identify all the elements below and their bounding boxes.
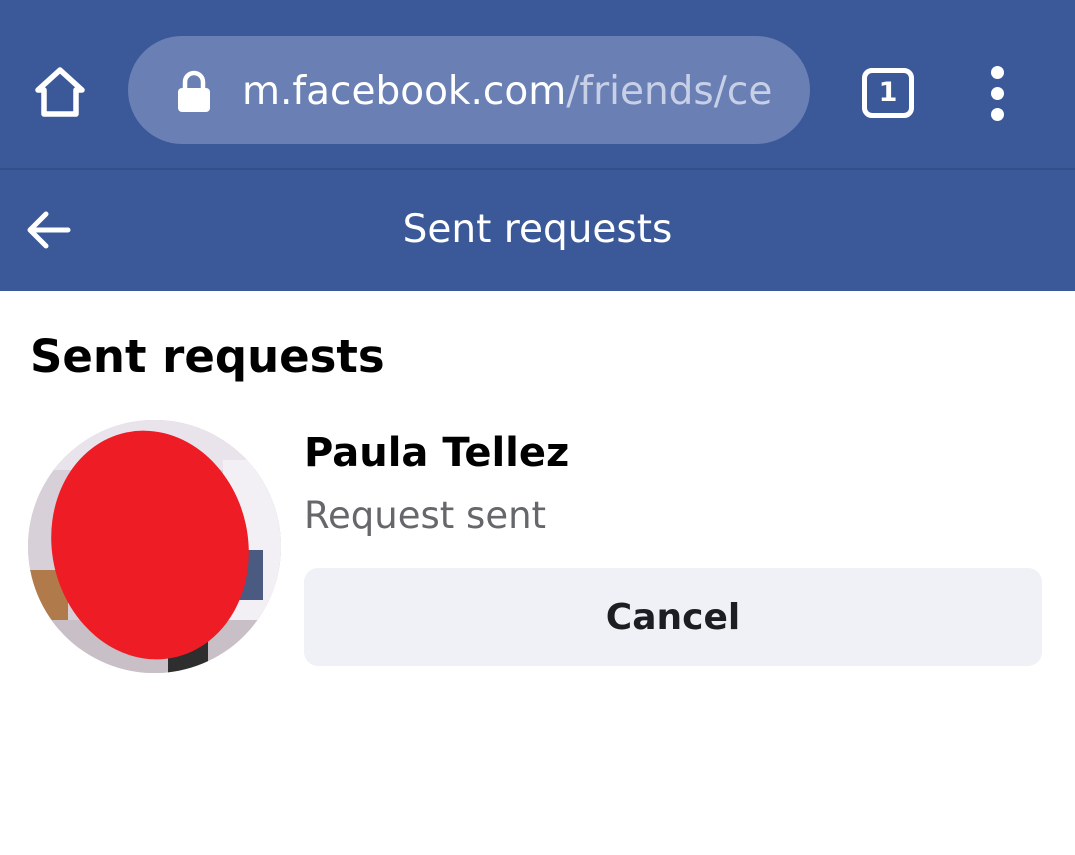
request-status: Request sent [304, 494, 547, 537]
avatar-image [28, 420, 281, 673]
menu-dot [991, 87, 1004, 100]
lock-icon [178, 70, 210, 112]
divider [0, 168, 1075, 170]
menu-dot [991, 66, 1004, 79]
url-path: /friends/ce [566, 69, 773, 114]
avatar[interactable] [28, 420, 281, 673]
person-name[interactable]: Paula Tellez [304, 426, 569, 480]
tab-switcher-button[interactable]: 1 [862, 68, 914, 118]
page-header: Sent requests [0, 168, 1075, 291]
list-item: Paula Tellez Request sent Cancel [28, 420, 1044, 676]
more-vert-icon[interactable] [978, 66, 1018, 122]
browser-toolbar: m.facebook.com/friends/ce 1 [0, 0, 1075, 168]
cancel-request-button[interactable]: Cancel [304, 568, 1042, 666]
section-heading: Sent requests [30, 330, 385, 383]
url-text[interactable]: m.facebook.com/friends/ce [242, 64, 792, 120]
home-icon [35, 67, 85, 117]
url-host: m.facebook.com [242, 69, 567, 114]
home-button[interactable] [30, 62, 90, 122]
page-title: Sent requests [402, 207, 673, 252]
address-bar[interactable]: m.facebook.com/friends/ce [128, 36, 810, 144]
menu-dot [991, 108, 1004, 121]
